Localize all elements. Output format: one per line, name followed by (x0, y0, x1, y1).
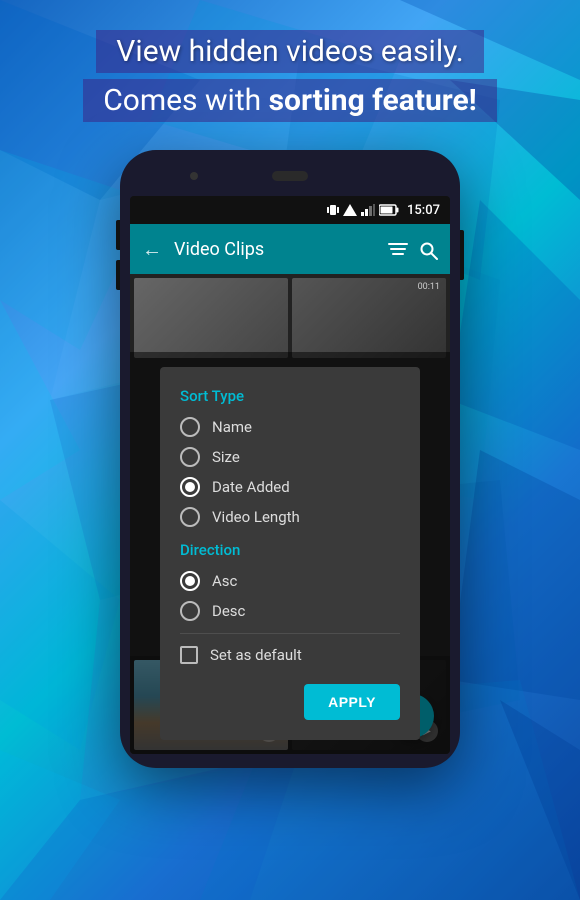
phone-speaker (272, 171, 308, 181)
video-grid-top: 00:11 (130, 274, 450, 362)
phone-side-button-left-2 (116, 260, 120, 290)
radio-video-length[interactable] (180, 507, 200, 527)
dialog-overlay: Sort Type Name Size Date Added (130, 352, 450, 754)
header-section: View hidden videos easily. Comes with so… (0, 30, 580, 122)
direction-option-asc[interactable]: Asc (180, 571, 400, 591)
direction-label: Direction (180, 541, 400, 559)
set-default-row[interactable]: Set as default (180, 646, 400, 664)
sort-video-length-label: Video Length (212, 508, 300, 526)
dialog-divider (180, 633, 400, 634)
sort-option-size[interactable]: Size (180, 447, 400, 467)
app-bar: ← Video Clips (130, 224, 450, 274)
sort-option-video-length[interactable]: Video Length (180, 507, 400, 527)
radio-asc[interactable] (180, 571, 200, 591)
back-button[interactable]: ← (142, 237, 162, 262)
set-default-checkbox[interactable] (180, 646, 198, 664)
video-thumb-2: 00:11 (292, 278, 446, 358)
sort-option-name[interactable]: Name (180, 417, 400, 437)
set-default-label: Set as default (210, 646, 302, 664)
cell-signal-icon (361, 204, 375, 216)
radio-desc[interactable] (180, 601, 200, 621)
header-line2-prefix: Comes with (103, 83, 268, 118)
sort-date-added-label: Date Added (212, 478, 290, 496)
app-title: Video Clips (174, 239, 376, 260)
vibrate-icon (327, 203, 339, 217)
sort-size-label: Size (212, 448, 240, 466)
search-icon (420, 242, 438, 260)
direction-option-desc[interactable]: Desc (180, 601, 400, 621)
phone-camera (190, 172, 198, 180)
phone-side-button-right (460, 230, 464, 280)
phone-side-button-left-1 (116, 220, 120, 250)
search-button[interactable] (420, 237, 438, 261)
direction-desc-label: Desc (212, 602, 245, 620)
phone-screen: 15:07 ← Video Clips (130, 196, 450, 754)
sort-icon (388, 243, 408, 259)
phone-top (130, 164, 450, 188)
header-line1: View hidden videos easily. (96, 30, 483, 73)
header-line2: Comes with sorting feature! (83, 79, 497, 122)
signal-icon (343, 204, 357, 216)
apply-button[interactable]: APPLY (304, 684, 400, 720)
radio-date-added[interactable] (180, 477, 200, 497)
sort-name-label: Name (212, 418, 252, 436)
battery-icon (379, 204, 399, 216)
phone-device: 15:07 ← Video Clips (120, 150, 460, 768)
duration-badge: 00:11 (418, 282, 440, 292)
header-line2-bold: sorting feature! (269, 83, 477, 118)
status-time: 15:07 (407, 203, 440, 218)
sort-dialog: Sort Type Name Size Date Added (160, 367, 420, 740)
sort-option-date-added[interactable]: Date Added (180, 477, 400, 497)
sort-type-label: Sort Type (180, 387, 400, 405)
dialog-actions: APPLY (180, 684, 400, 720)
phone-body: 15:07 ← Video Clips (120, 150, 460, 768)
main-content: 00:11 Sort Type Name (130, 274, 450, 754)
status-bar: 15:07 (130, 196, 450, 224)
direction-asc-label: Asc (212, 572, 237, 590)
radio-size[interactable] (180, 447, 200, 467)
radio-name[interactable] (180, 417, 200, 437)
status-icons: 15:07 (327, 203, 440, 218)
sort-button[interactable] (388, 237, 408, 261)
video-thumb-1 (134, 278, 288, 358)
